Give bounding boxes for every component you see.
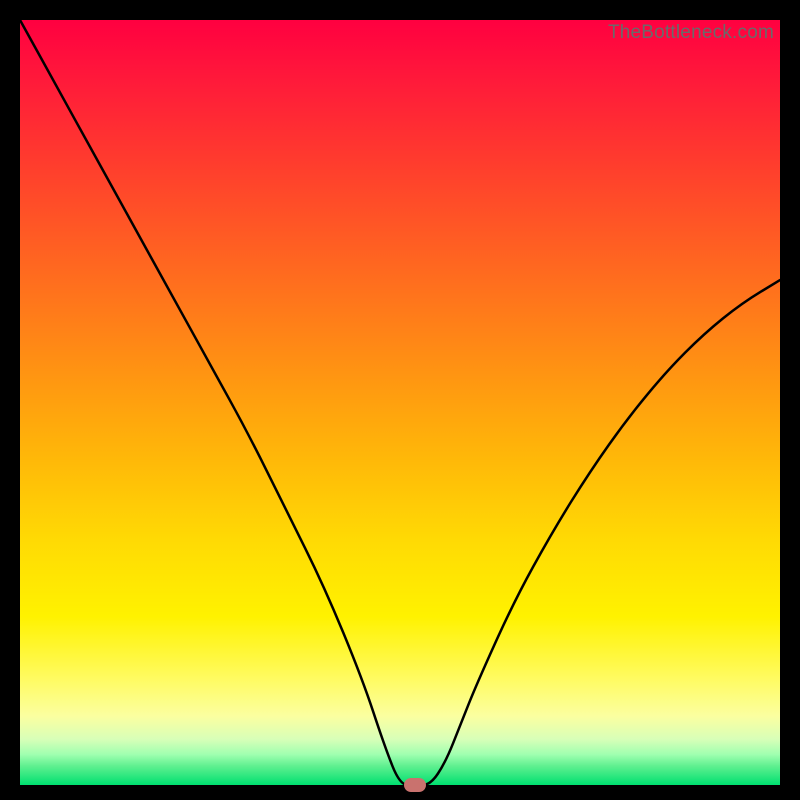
bottleneck-curve [20,20,780,785]
watermark-text: TheBottleneck.com [608,22,774,44]
chart-area: TheBottleneck.com [20,20,780,785]
optimal-marker [404,778,426,792]
